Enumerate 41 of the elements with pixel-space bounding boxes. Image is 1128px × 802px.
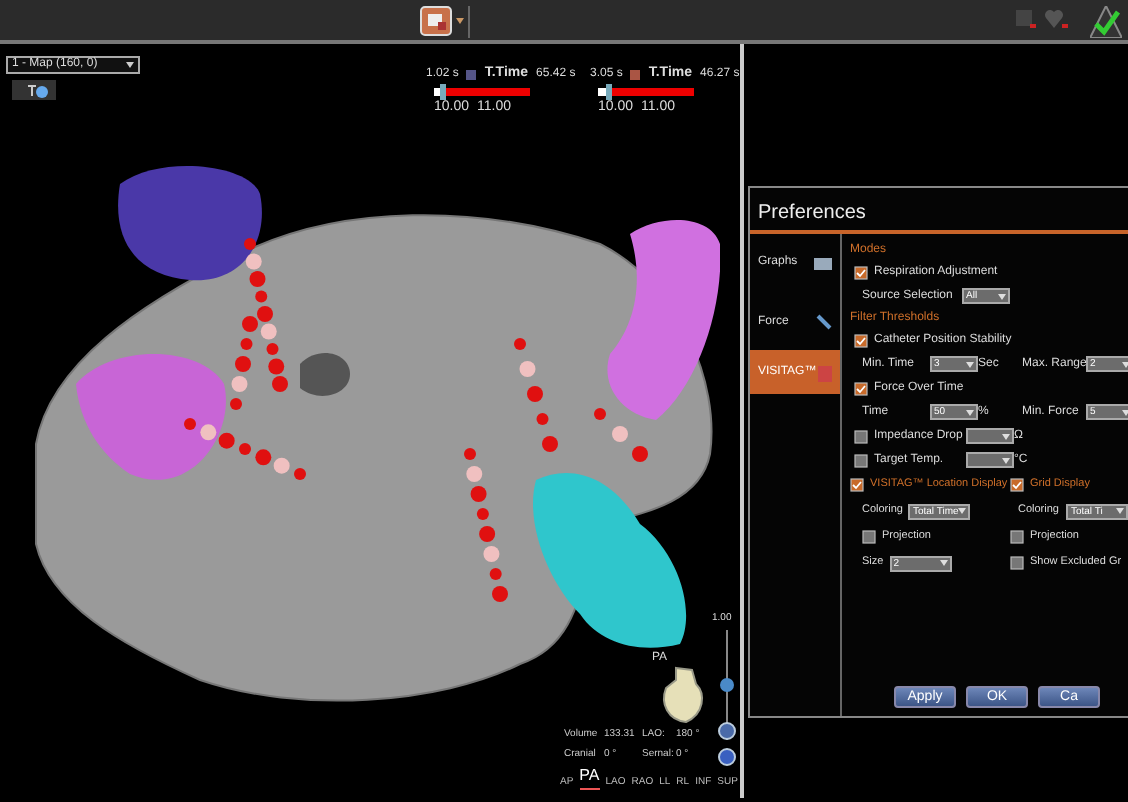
tab-icon <box>814 313 832 331</box>
tab-icon <box>816 363 832 381</box>
caret-icon <box>966 409 974 415</box>
caret-icon <box>939 560 948 566</box>
dropdown-field[interactable] <box>966 452 1014 468</box>
caret-icon <box>966 361 974 367</box>
checkbox[interactable] <box>854 453 868 467</box>
caret-icon <box>1122 409 1128 415</box>
checkbox[interactable] <box>1010 478 1024 492</box>
checkmark-icon[interactable] <box>1090 6 1122 38</box>
legend-slider-track[interactable] <box>598 87 694 95</box>
slider-thumb[interactable] <box>439 83 446 99</box>
checkbox[interactable] <box>854 381 868 395</box>
checkbox[interactable] <box>854 333 868 347</box>
view-button[interactable]: PA <box>579 764 600 790</box>
checkbox[interactable] <box>850 478 864 492</box>
caret-icon <box>998 293 1006 299</box>
checkbox[interactable] <box>1010 556 1024 570</box>
checkbox[interactable] <box>862 530 876 544</box>
checkbox[interactable] <box>854 265 868 279</box>
dialog-title: Preferences <box>750 188 1128 234</box>
heart-icon[interactable] <box>1044 10 1068 30</box>
legend-icon <box>466 69 477 80</box>
caret-icon <box>958 508 967 514</box>
slider-thumb[interactable] <box>605 83 612 99</box>
dropdown-field[interactable] <box>966 428 1014 444</box>
caret-icon <box>1122 361 1128 367</box>
tab-icon <box>814 253 832 271</box>
map-tool-icon[interactable] <box>420 6 452 36</box>
legend-slider-track[interactable] <box>434 87 530 95</box>
rotate-button[interactable] <box>718 722 736 740</box>
caret-icon <box>126 62 134 68</box>
checkbox[interactable] <box>1010 530 1024 544</box>
caret-icon <box>1002 457 1010 463</box>
caret-icon <box>1116 508 1125 514</box>
checkbox[interactable] <box>854 429 868 443</box>
caret-icon <box>1002 433 1010 439</box>
zoom-slider-thumb[interactable] <box>720 678 734 692</box>
caret-icon[interactable] <box>456 18 464 24</box>
legend-icon <box>630 69 641 80</box>
reset-view-button[interactable] <box>718 748 736 766</box>
